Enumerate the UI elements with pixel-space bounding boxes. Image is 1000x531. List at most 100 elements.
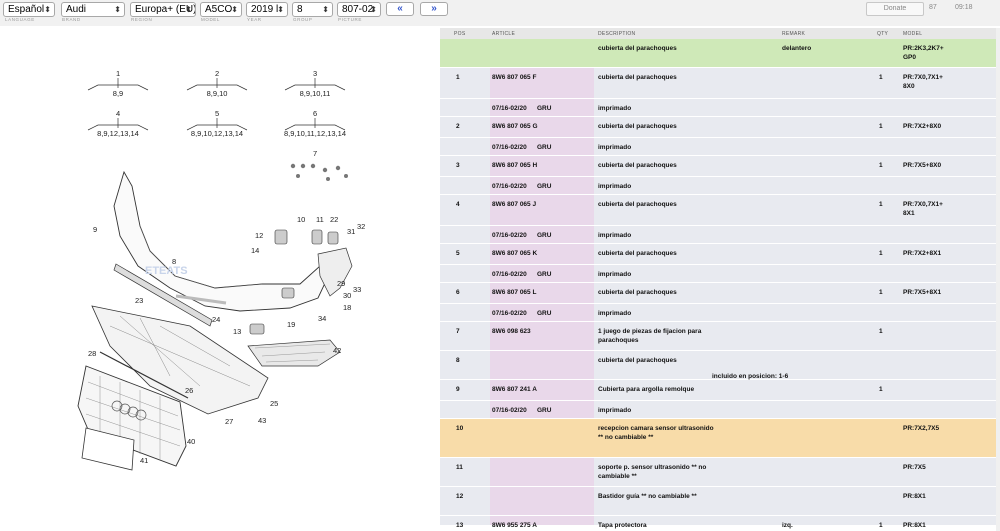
part-callout[interactable]: 18 [343, 303, 351, 312]
chevron-down-icon: ⬍ [322, 5, 329, 14]
description-cell: cubierta del parachoques [598, 357, 677, 364]
part-callout[interactable]: 26 [185, 386, 193, 395]
table-subrow[interactable]: 07/16-02/20 GRU imprimado [440, 304, 1000, 322]
description-cell: imprimado [598, 407, 632, 414]
part-callout[interactable]: 34 [318, 314, 326, 323]
description-cell: cubierta del parachoques [598, 289, 677, 296]
header-pos: POS [454, 31, 466, 37]
part-callout[interactable]: 40 [187, 437, 195, 446]
part-callout[interactable]: 33 [353, 285, 361, 294]
part-callout[interactable]: 31 [347, 227, 355, 236]
description-cell: cubierta del parachoques [598, 123, 677, 130]
model-cell: PR:2K3,2K7+ GP0 [903, 45, 944, 61]
pos-cell: 11 [456, 464, 463, 471]
table-row[interactable]: 8 cubierta del parachoques incluido en pos… [440, 351, 1000, 380]
model-select[interactable]: A5CO ⬍ [200, 2, 242, 17]
brand-value: Audi [66, 4, 87, 15]
table-row[interactable]: 7 8W6 098 623 1 juego de piezas de fijacio… [440, 322, 1000, 351]
pos-cell: 1 [456, 74, 460, 81]
article-cell[interactable]: 8W6 955 275 A [492, 521, 537, 530]
article-cell[interactable]: 8W6 807 065 F [492, 73, 536, 82]
time-value: 09:18 [955, 4, 973, 11]
chevron-down-icon: ⬍ [277, 5, 284, 14]
table-row[interactable]: 1 8W6 807 065 F cubierta del parachoques 1 P… [440, 68, 1000, 99]
part-callout[interactable]: 9 [93, 225, 97, 234]
kit-contents: 8,9 [113, 89, 123, 98]
part-callout[interactable]: 7 [313, 149, 317, 158]
model-cell: PR:8X1 [903, 522, 926, 529]
header-remark: REMARK [782, 31, 806, 37]
part-callout[interactable]: 27 [225, 417, 233, 426]
table-subrow[interactable]: 07/16-02/20 GRU imprimado [440, 177, 1000, 195]
table-row[interactable]: 10 recepcion camara sensor ultrasonido **… [440, 419, 1000, 458]
date-range-cell: 07/16-02/20 [492, 105, 527, 112]
table-scrollbar[interactable] [996, 28, 1000, 531]
date-range-cell: 07/16-02/20 [492, 310, 527, 317]
table-row[interactable]: 13 8W6 955 275 A Tapa protectora izq. 1 PR:8X… [440, 516, 1000, 529]
table-row[interactable]: 9 8W6 807 241 A Cubierta para argolla remo… [440, 380, 1000, 401]
table-row[interactable]: 5 8W6 807 065 K cubierta del parachoques 1 P… [440, 244, 1000, 265]
part-callout[interactable]: 32 [357, 222, 365, 231]
year-select[interactable]: 2019 Ɩ ⬍ [246, 2, 288, 17]
table-row[interactable]: 4 8W6 807 065 J cubierta del parachoques 1 P… [440, 195, 1000, 226]
part-callout[interactable]: 42 [333, 346, 341, 355]
language-select[interactable]: Español ⬍ [3, 2, 55, 17]
model-cell: PR:7X0,7X1+ 8X0 [903, 74, 943, 90]
table-subrow[interactable]: 07/16-02/20 GRU imprimado [440, 138, 1000, 156]
picture-select[interactable]: 807-02 ⬍ [337, 2, 381, 17]
article-cell[interactable]: 8W6 807 065 H [492, 161, 537, 170]
table-subrow[interactable]: 07/16-02/20 GRU imprimado [440, 265, 1000, 283]
table-body: cubierta del parachoques delantero PR:2K3,… [440, 39, 1000, 529]
description-cell: imprimado [598, 105, 632, 112]
part-callout[interactable]: 23 [135, 296, 143, 305]
table-row[interactable]: cubierta del parachoques delantero PR:2K3,… [440, 39, 1000, 68]
article-cell[interactable]: 8W6 807 241 A [492, 385, 537, 394]
description-cell: cubierta del parachoques [598, 45, 677, 52]
fog-light-trim [247, 339, 341, 367]
article-cell[interactable]: 8W6 807 065 J [492, 200, 536, 209]
article-cell[interactable]: 8W6 807 065 G [492, 122, 538, 131]
part-callout[interactable]: 28 [88, 349, 96, 358]
table-row[interactable]: 6 8W6 807 065 L cubierta del parachoques 1 P… [440, 283, 1000, 304]
header-description: DESCRIPTION [598, 31, 636, 37]
chevron-down-icon: ⬍ [370, 5, 377, 14]
part-callout[interactable]: 13 [233, 327, 241, 336]
table-row[interactable]: 12 Bastidor guía ** no cambiable ** PR:8X1 [440, 487, 1000, 516]
pos-cell: 4 [456, 201, 460, 208]
table-row[interactable]: 3 8W6 807 065 H cubierta del parachoques 1 P… [440, 156, 1000, 177]
brand-select[interactable]: Audi ⬍ [61, 2, 125, 17]
table-row[interactable]: 2 8W6 807 065 G cubierta del parachoques 1 P… [440, 117, 1000, 138]
region-select[interactable]: Europa+ (EU) ⬍ [130, 2, 196, 17]
article-cell[interactable]: 8W6 807 065 K [492, 249, 537, 258]
kit-contents: 8,9,10,12,13,14 [191, 129, 243, 138]
part-callout[interactable]: 24 [212, 315, 220, 324]
part-callout[interactable]: 43 [258, 416, 266, 425]
kit-number: 3 [313, 69, 317, 78]
donate-button[interactable]: Donate [866, 2, 924, 16]
parts-table: POS ARTICLE DESCRIPTION REMARK QTY MODEL… [440, 28, 1000, 531]
qty-cell: 1 [879, 289, 883, 296]
table-subrow[interactable]: 07/16-02/20 GRU imprimado [440, 99, 1000, 117]
part-callout[interactable]: 12 [255, 231, 263, 240]
part-callout[interactable]: 14 [251, 246, 259, 255]
part-callout[interactable]: 29 [337, 279, 345, 288]
group-select[interactable]: 8 ⬍ [292, 2, 333, 17]
table-row[interactable]: 11 soporte p. sensor ultrasonido ** no ca… [440, 458, 1000, 487]
description-cell: Tapa protectora [598, 522, 647, 529]
part-callout[interactable]: 10 [297, 215, 305, 224]
article-cell[interactable]: 8W6 098 623 [492, 327, 531, 336]
part-callout[interactable]: 30 [343, 291, 351, 300]
part-callout[interactable]: 11 [316, 215, 324, 224]
date-range-cell: 07/16-02/20 [492, 232, 527, 239]
part-callout[interactable]: 25 [270, 399, 278, 408]
diagram-watermark: ETEATS [145, 265, 188, 277]
part-callout[interactable]: 22 [330, 215, 338, 224]
part-callout[interactable]: 19 [287, 320, 295, 329]
prev-picture-button[interactable]: « [386, 2, 414, 16]
part-callout[interactable]: 41 [140, 456, 148, 465]
table-subrow[interactable]: 07/16-02/20 GRU imprimado [440, 401, 1000, 419]
article-cell[interactable]: 8W6 807 065 L [492, 288, 536, 297]
next-picture-button[interactable]: » [420, 2, 448, 16]
date-range-cell: 07/16-02/20 [492, 144, 527, 151]
table-subrow[interactable]: 07/16-02/20 GRU imprimado [440, 226, 1000, 244]
